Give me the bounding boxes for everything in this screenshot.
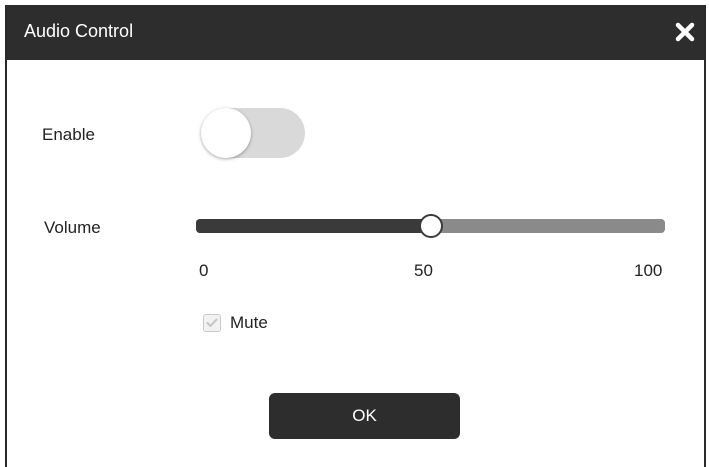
mute-checkbox-row[interactable]: Mute bbox=[203, 313, 268, 333]
volume-label: Volume bbox=[44, 218, 101, 237]
dialog-titlebar: Audio Control bbox=[7, 5, 704, 60]
volume-slider-fill bbox=[196, 219, 431, 233]
mute-label: Mute bbox=[230, 313, 268, 332]
volume-slider-thumb[interactable] bbox=[418, 214, 443, 238]
ok-button[interactable]: OK bbox=[269, 393, 460, 439]
enable-toggle[interactable] bbox=[201, 108, 305, 158]
toggle-knob bbox=[201, 108, 251, 158]
dialog-title: Audio Control bbox=[24, 21, 134, 41]
volume-slider[interactable] bbox=[196, 214, 665, 238]
checkmark-icon bbox=[206, 318, 218, 327]
mute-checkbox[interactable] bbox=[203, 314, 221, 332]
volume-min-label: 0 bbox=[199, 261, 209, 280]
volume-mid-label: 50 bbox=[414, 261, 433, 280]
enable-label: Enable bbox=[42, 125, 95, 144]
audio-control-dialog: Audio Control Enable Volume 0 50 100 Mut… bbox=[5, 5, 706, 467]
volume-max-label: 100 bbox=[634, 261, 663, 280]
close-icon[interactable] bbox=[672, 19, 698, 45]
